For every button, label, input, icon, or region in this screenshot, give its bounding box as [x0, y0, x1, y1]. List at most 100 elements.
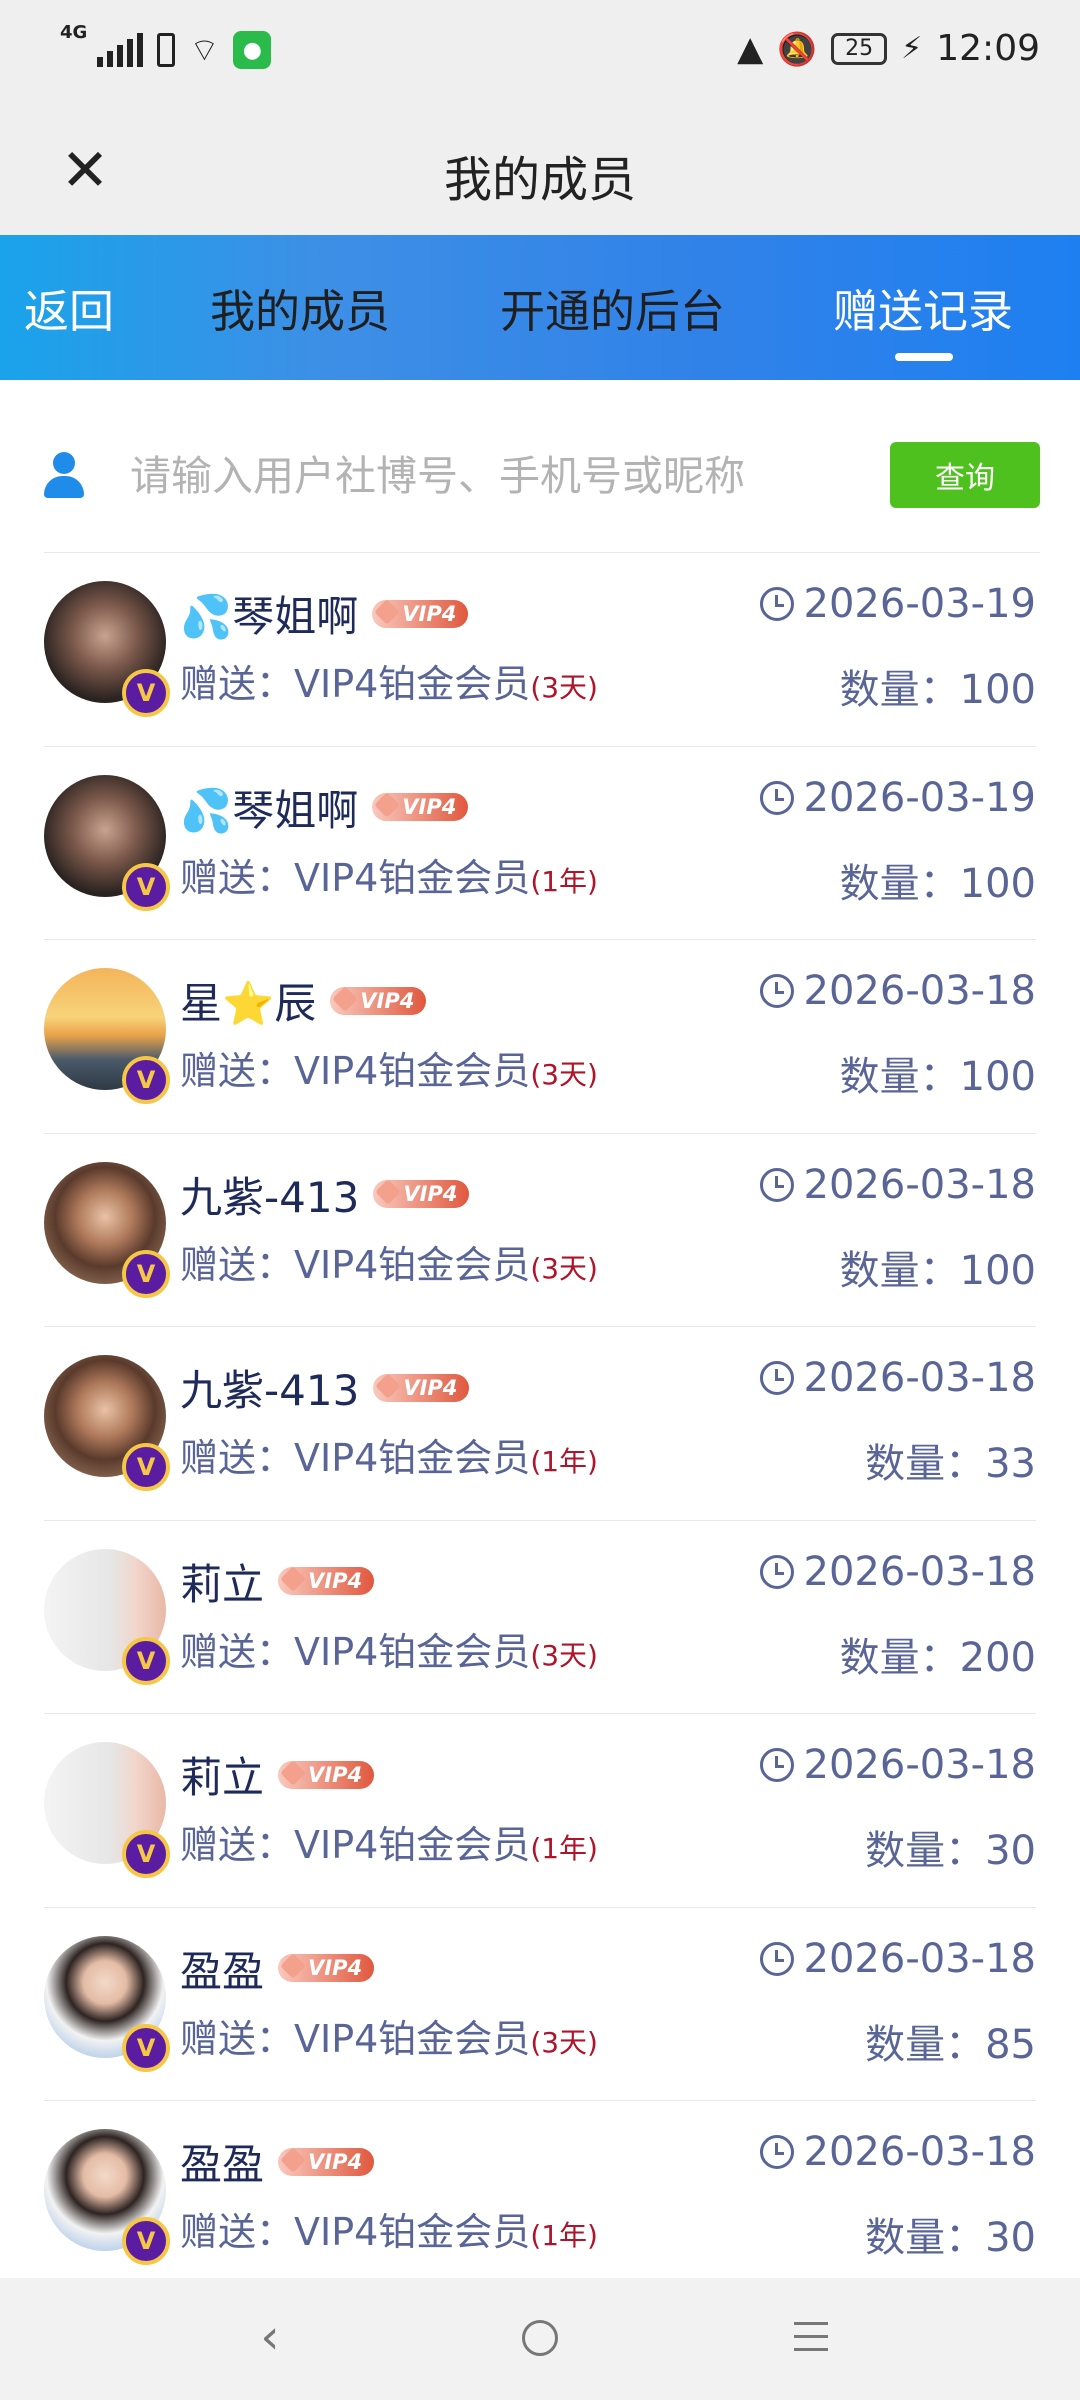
- member-name: 莉立: [180, 1753, 265, 1802]
- quantity-value: 30: [985, 1828, 1036, 1874]
- gift-name: VIP4铂金会员: [294, 1242, 531, 1287]
- member-name: 盈盈: [180, 2140, 265, 2189]
- clock-icon: [759, 1167, 794, 1202]
- list-item[interactable]: V 莉立 VIP4 赠送：VIP4铂金会员(3天) 2026-03-18 数量：…: [44, 1521, 1036, 1714]
- nav-back-icon[interactable]: ‹: [250, 2312, 290, 2362]
- date-text: 2026-03-18: [803, 1161, 1036, 1208]
- avatar[interactable]: V: [44, 2129, 170, 2265]
- gift-duration: (1年): [530, 864, 598, 898]
- gift-label: 赠送：: [180, 1823, 295, 1867]
- clock-icon: [759, 1748, 794, 1782]
- quantity: 数量：85: [865, 2012, 1036, 2070]
- list-item[interactable]: V 九紫-413 VIP4 赠送：VIP4铂金会员(3天) 2026-03-18…: [44, 1134, 1036, 1327]
- quantity-value: 100: [959, 1247, 1036, 1294]
- date-text: 2026-03-18: [803, 1355, 1036, 1401]
- clock-icon: [759, 1554, 794, 1589]
- user-icon: [44, 452, 84, 498]
- quantity: 数量：30: [865, 1818, 1036, 1876]
- vip-badge: VIP4: [330, 986, 427, 1015]
- quantity-value: 30: [985, 2215, 1036, 2261]
- v-badge-icon: V: [122, 2217, 170, 2265]
- date-text: 2026-03-18: [803, 2129, 1036, 2175]
- list-item[interactable]: V 九紫-413 VIP4 赠送：VIP4铂金会员(1年) 2026-03-18…: [44, 1327, 1036, 1521]
- tab-gift-records[interactable]: 赠送记录: [833, 275, 1013, 340]
- v-badge-icon: V: [122, 862, 170, 911]
- v-badge-icon: V: [122, 1249, 170, 1298]
- quantity-value: 200: [959, 1634, 1036, 1681]
- avatar[interactable]: V: [44, 1742, 170, 1878]
- gift-label: 赠送：: [180, 1629, 295, 1674]
- gift-label: 赠送：: [180, 2210, 295, 2254]
- gift-duration: (3天): [530, 671, 598, 704]
- date-text: 2026-03-18: [803, 1935, 1036, 1982]
- member-name: 九紫-413: [180, 1172, 360, 1222]
- gift-duration: (3天): [530, 1058, 598, 1091]
- search-bar: 查询: [44, 420, 1040, 530]
- member-name: 💦琴姐啊: [180, 785, 359, 835]
- quantity-value: 100: [959, 667, 1036, 713]
- vip-badge: VIP4: [372, 599, 469, 628]
- quantity-value: 33: [985, 1441, 1036, 1487]
- quantity: 数量：100: [840, 1238, 1036, 1296]
- avatar[interactable]: V: [44, 1935, 170, 2072]
- avatar[interactable]: V: [44, 774, 170, 911]
- quantity-label: 数量：: [839, 667, 960, 713]
- v-badge-icon: V: [122, 1056, 170, 1104]
- date-text: 2026-03-19: [803, 581, 1036, 627]
- gift-name: VIP4铂金会员: [294, 2210, 531, 2254]
- list-item[interactable]: V 💦琴姐啊 VIP4 赠送：VIP4铂金会员(3天) 2026-03-19 数…: [44, 553, 1036, 747]
- gift-info: 赠送：VIP4铂金会员(3天): [180, 1040, 598, 1095]
- v-badge-icon: V: [122, 2023, 170, 2072]
- quantity-value: 100: [959, 1054, 1036, 1100]
- list-item[interactable]: V 盈盈 VIP4 赠送：VIP4铂金会员(1年) 2026-03-18 数量：…: [44, 2101, 1036, 2295]
- back-button[interactable]: 返回: [24, 275, 114, 340]
- gift-info: 赠送：VIP4铂金会员(1年): [180, 1427, 598, 1482]
- avatar[interactable]: V: [44, 968, 170, 1104]
- v-badge-icon: V: [122, 1636, 170, 1685]
- record-date: 2026-03-18: [759, 1355, 1036, 1401]
- clock-icon: [759, 1361, 794, 1395]
- vip-badge: VIP4: [278, 1760, 375, 1789]
- page-title: 我的成员: [443, 152, 636, 208]
- quantity: 数量：33: [865, 1431, 1036, 1489]
- record-date: 2026-03-18: [759, 1742, 1036, 1788]
- query-button[interactable]: 查询: [890, 442, 1040, 508]
- vip-badge: VIP4: [278, 2147, 375, 2176]
- gift-name: VIP4铂金会员: [294, 1629, 531, 1674]
- list-item[interactable]: V 莉立 VIP4 赠送：VIP4铂金会员(1年) 2026-03-18 数量：…: [44, 1714, 1036, 1908]
- clock-icon: [759, 2135, 794, 2169]
- vip-badge: VIP4: [372, 793, 469, 821]
- tab-my-members[interactable]: 我的成员: [210, 275, 390, 340]
- vip-badge: VIP4: [373, 1180, 470, 1208]
- gift-name: VIP4铂金会员: [294, 662, 531, 706]
- tab-opened-backend[interactable]: 开通的后台: [500, 275, 725, 340]
- quantity-label: 数量：: [865, 2021, 986, 2068]
- quantity: 数量：100: [840, 1044, 1036, 1102]
- record-date: 2026-03-19: [759, 775, 1036, 821]
- avatar[interactable]: V: [44, 1355, 170, 1491]
- avatar[interactable]: V: [44, 1161, 170, 1298]
- gift-record-list: V 💦琴姐啊 VIP4 赠送：VIP4铂金会员(3天) 2026-03-19 数…: [0, 553, 1080, 2295]
- v-badge-icon: V: [122, 669, 170, 717]
- battery-level: 25: [845, 36, 874, 61]
- gift-duration: (1年): [530, 2219, 598, 2252]
- avatar[interactable]: V: [44, 581, 170, 717]
- gift-info: 赠送：VIP4铂金会员(3天): [180, 653, 598, 708]
- nav-menu-icon[interactable]: [794, 2322, 828, 2352]
- list-item[interactable]: V 盈盈 VIP4 赠送：VIP4铂金会员(3天) 2026-03-18 数量：…: [44, 1908, 1036, 2101]
- quantity: 数量：100: [840, 851, 1036, 909]
- list-item[interactable]: V 星⭐辰 VIP4 赠送：VIP4铂金会员(3天) 2026-03-18 数量…: [44, 940, 1036, 1134]
- gift-name: VIP4铂金会员: [294, 1823, 531, 1867]
- avatar[interactable]: V: [44, 1548, 170, 1685]
- quantity: 数量：30: [865, 2205, 1036, 2263]
- quantity-value: 100: [959, 860, 1036, 907]
- search-input[interactable]: [128, 440, 892, 512]
- quantity-label: 数量：: [865, 1441, 986, 1487]
- nav-home-icon[interactable]: [522, 2320, 558, 2356]
- v-badge-icon: V: [122, 1830, 170, 1878]
- mute-bell-icon: 🔕: [777, 29, 818, 68]
- clock-icon: [759, 974, 794, 1008]
- clock-icon: [759, 780, 794, 815]
- list-item[interactable]: V 💦琴姐啊 VIP4 赠送：VIP4铂金会员(1年) 2026-03-19 数…: [44, 747, 1036, 940]
- date-text: 2026-03-18: [803, 968, 1036, 1014]
